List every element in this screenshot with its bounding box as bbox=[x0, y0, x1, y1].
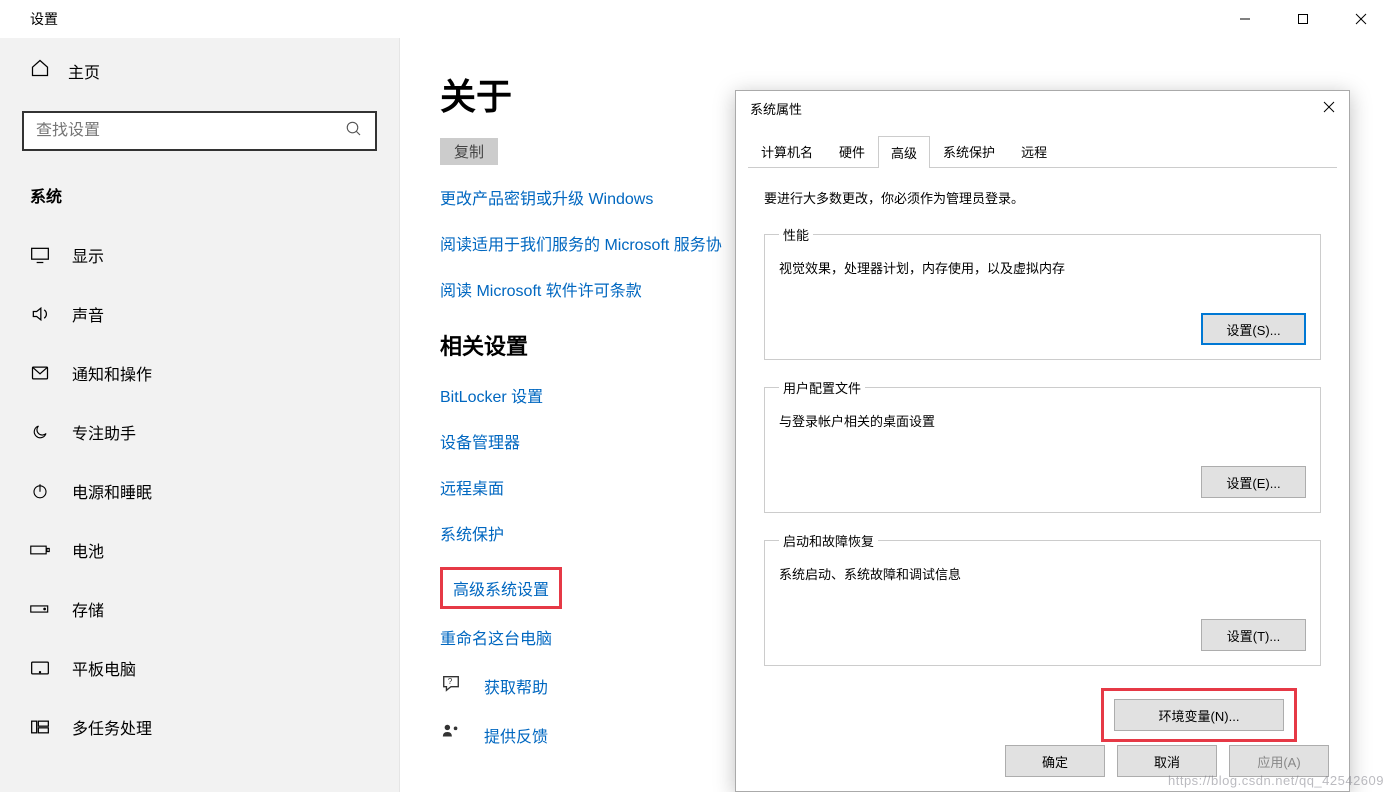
minimize-button[interactable] bbox=[1216, 0, 1274, 38]
sidebar-item-label: 专注助手 bbox=[72, 420, 136, 444]
titlebar: 设置 bbox=[0, 0, 1390, 38]
environment-variables-button[interactable]: 环境变量(N)... bbox=[1114, 699, 1284, 731]
dialog-title: 系统属性 bbox=[750, 99, 802, 118]
user-profile-group: 用户配置文件 与登录帐户相关的桌面设置 设置(E)... bbox=[764, 378, 1321, 513]
feedback-icon bbox=[440, 722, 462, 747]
performance-group: 性能 视觉效果，处理器计划，内存使用，以及虚拟内存 设置(S)... bbox=[764, 225, 1321, 360]
sidebar-item-notifications[interactable]: 通知和操作 bbox=[0, 343, 399, 402]
tab-computer-name[interactable]: 计算机名 bbox=[748, 135, 826, 167]
window-title: 设置 bbox=[30, 9, 58, 29]
link-advanced-system-settings[interactable]: 高级系统设置 bbox=[440, 567, 562, 609]
sidebar-item-label: 通知和操作 bbox=[72, 361, 152, 385]
get-help-label: 获取帮助 bbox=[484, 674, 548, 698]
performance-desc: 视觉效果，处理器计划，内存使用，以及虚拟内存 bbox=[779, 258, 1306, 277]
home-icon bbox=[30, 58, 50, 83]
sidebar-item-label: 显示 bbox=[72, 243, 104, 267]
env-vars-highlight: 环境变量(N)... bbox=[1101, 688, 1297, 742]
user-profile-legend: 用户配置文件 bbox=[779, 378, 865, 397]
sidebar: 主页 系统 显示 声音 通知和操作 专注助手 bbox=[0, 38, 400, 792]
sidebar-item-sound[interactable]: 声音 bbox=[0, 284, 399, 343]
sidebar-item-multitask[interactable]: 多任务处理 bbox=[0, 697, 399, 756]
feedback-label: 提供反馈 bbox=[484, 723, 548, 747]
copy-button[interactable]: 复制 bbox=[440, 138, 498, 165]
dialog-tabs: 计算机名 硬件 高级 系统保护 远程 bbox=[748, 135, 1337, 168]
help-icon: ? bbox=[440, 673, 462, 698]
sidebar-item-label: 多任务处理 bbox=[72, 715, 152, 739]
startup-recovery-settings-button[interactable]: 设置(T)... bbox=[1201, 619, 1306, 651]
user-profile-desc: 与登录帐户相关的桌面设置 bbox=[779, 411, 1306, 430]
search-icon bbox=[345, 120, 363, 143]
sidebar-item-label: 电源和睡眠 bbox=[72, 479, 152, 503]
performance-settings-button[interactable]: 设置(S)... bbox=[1201, 313, 1306, 345]
close-button[interactable] bbox=[1332, 0, 1390, 38]
maximize-button[interactable] bbox=[1274, 0, 1332, 38]
power-icon bbox=[30, 482, 50, 500]
tablet-icon bbox=[30, 660, 50, 676]
performance-legend: 性能 bbox=[779, 225, 813, 244]
storage-icon bbox=[30, 603, 50, 615]
dialog-close-button[interactable] bbox=[1323, 101, 1335, 116]
dialog-titlebar: 系统属性 bbox=[736, 91, 1349, 125]
monitor-icon bbox=[30, 246, 50, 264]
dialog-content: 要进行大多数更改，你必须作为管理员登录。 性能 视觉效果，处理器计划，内存使用，… bbox=[736, 168, 1349, 752]
home-label: 主页 bbox=[68, 59, 100, 83]
sidebar-item-label: 电池 bbox=[72, 538, 104, 562]
multitask-icon bbox=[30, 719, 50, 735]
system-properties-dialog: 系统属性 计算机名 硬件 高级 系统保护 远程 要进行大多数更改，你必须作为管理… bbox=[735, 90, 1350, 792]
notification-icon bbox=[30, 364, 50, 382]
ok-button[interactable]: 确定 bbox=[1005, 745, 1105, 777]
search-box[interactable] bbox=[22, 111, 377, 151]
sidebar-item-label: 声音 bbox=[72, 302, 104, 326]
sidebar-item-storage[interactable]: 存储 bbox=[0, 579, 399, 638]
svg-text:?: ? bbox=[448, 677, 453, 686]
search-input[interactable] bbox=[36, 122, 345, 140]
tab-remote[interactable]: 远程 bbox=[1008, 135, 1060, 167]
admin-note: 要进行大多数更改，你必须作为管理员登录。 bbox=[764, 188, 1321, 207]
sound-icon bbox=[30, 305, 50, 323]
battery-icon bbox=[30, 543, 50, 557]
startup-recovery-group: 启动和故障恢复 系统启动、系统故障和调试信息 设置(T)... bbox=[764, 531, 1321, 666]
sidebar-section-title: 系统 bbox=[0, 173, 399, 225]
window-controls bbox=[1216, 0, 1390, 38]
sidebar-item-battery[interactable]: 电池 bbox=[0, 520, 399, 579]
sidebar-item-display[interactable]: 显示 bbox=[0, 225, 399, 284]
sidebar-item-tablet[interactable]: 平板电脑 bbox=[0, 638, 399, 697]
startup-recovery-desc: 系统启动、系统故障和调试信息 bbox=[779, 564, 1306, 583]
user-profile-settings-button[interactable]: 设置(E)... bbox=[1201, 466, 1306, 498]
tab-advanced[interactable]: 高级 bbox=[878, 136, 930, 168]
moon-icon bbox=[30, 423, 50, 441]
tab-system-protection[interactable]: 系统保护 bbox=[930, 135, 1008, 167]
startup-recovery-legend: 启动和故障恢复 bbox=[779, 531, 878, 550]
watermark: https://blog.csdn.net/qq_42542609 bbox=[1168, 773, 1384, 788]
sidebar-item-label: 平板电脑 bbox=[72, 656, 136, 680]
sidebar-item-focus[interactable]: 专注助手 bbox=[0, 402, 399, 461]
tab-hardware[interactable]: 硬件 bbox=[826, 135, 878, 167]
sidebar-item-power[interactable]: 电源和睡眠 bbox=[0, 461, 399, 520]
sidebar-home[interactable]: 主页 bbox=[0, 48, 399, 93]
sidebar-item-label: 存储 bbox=[72, 597, 104, 621]
